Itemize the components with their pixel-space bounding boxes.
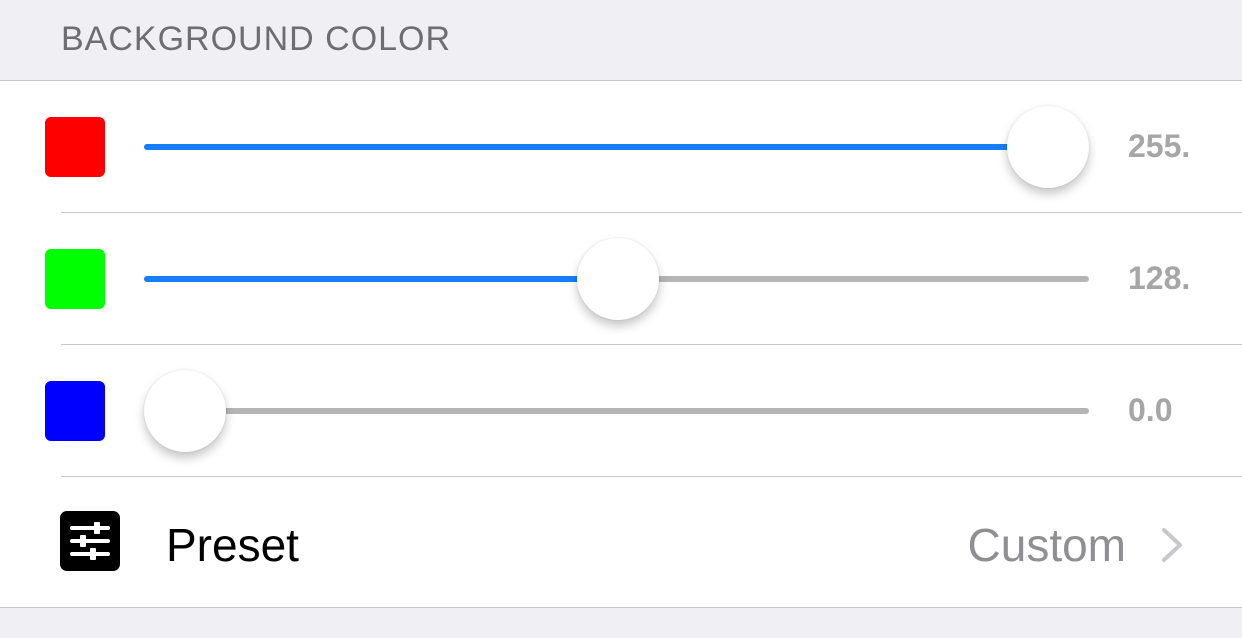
red-swatch xyxy=(45,117,105,177)
sliders-icon xyxy=(60,511,120,571)
blue-slider-thumb[interactable] xyxy=(144,370,226,452)
blue-slider[interactable] xyxy=(144,370,1089,452)
green-slider-row: 128. xyxy=(0,213,1242,345)
green-slider[interactable] xyxy=(144,238,1089,320)
preset-row[interactable]: Preset Custom xyxy=(0,477,1242,608)
blue-swatch xyxy=(45,381,105,441)
preset-label: Preset xyxy=(166,519,299,571)
red-slider-fill xyxy=(144,144,1048,150)
blue-value: 0.0 xyxy=(1128,392,1173,428)
blue-slider-row: 0.0 xyxy=(0,345,1242,477)
green-value: 128. xyxy=(1128,260,1191,296)
settings-group: 255. 128. 0.0 Preset Custom xyxy=(0,81,1242,608)
green-slider-thumb[interactable] xyxy=(577,238,660,320)
red-slider-thumb[interactable] xyxy=(1007,106,1089,188)
red-slider-row: 255. xyxy=(0,81,1242,213)
green-slider-fill xyxy=(144,276,619,282)
preset-value: Custom xyxy=(967,519,1126,571)
red-slider[interactable] xyxy=(144,106,1089,188)
section-title: BACKGROUND COLOR xyxy=(61,20,452,58)
green-swatch xyxy=(45,249,105,309)
red-value: 255. xyxy=(1128,128,1191,164)
chevron-right-icon xyxy=(1162,528,1182,562)
section-header: BACKGROUND COLOR xyxy=(0,0,1242,81)
